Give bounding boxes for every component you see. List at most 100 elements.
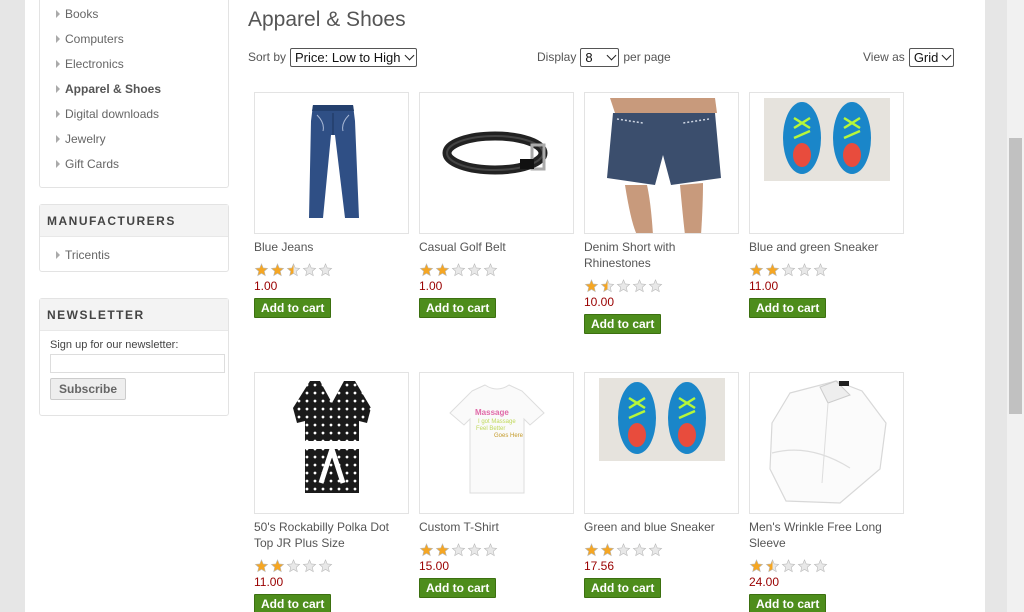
categories-block: Books Computers Electronics Apparel & Shoes…	[39, 0, 229, 188]
sort-value: Price: Low to High	[295, 49, 401, 65]
page-size-select[interactable]: 8	[580, 47, 620, 67]
product-title-link[interactable]: Custom T-Shirt	[419, 519, 574, 535]
sidebar-item-label: Computers	[65, 32, 124, 46]
scrollbar-thumb[interactable]	[1009, 138, 1022, 414]
arrow-right-icon	[56, 110, 60, 118]
product-title-link[interactable]: Blue Jeans	[254, 239, 409, 255]
product-title-link[interactable]: Casual Golf Belt	[419, 239, 574, 255]
product-image[interactable]	[254, 92, 409, 234]
product-price: 17.56	[584, 559, 615, 573]
manufacturer-item-tricentis[interactable]: Tricentis	[40, 244, 228, 266]
product-rating	[749, 559, 904, 573]
add-to-cart-button[interactable]: Add to cart	[419, 298, 497, 318]
sidebar-item-computers[interactable]: Computers	[40, 28, 228, 53]
sort-select[interactable]: Price: Low to High	[290, 47, 417, 67]
product-image[interactable]	[254, 372, 409, 514]
star-icon	[318, 559, 333, 573]
product-image[interactable]	[749, 92, 904, 234]
manufacturers-title: MANUFACTURERS	[40, 205, 228, 237]
arrow-right-icon	[56, 85, 60, 93]
add-to-cart-button[interactable]: Add to cart	[419, 578, 497, 598]
product-price: 15.00	[419, 559, 450, 573]
star-icon	[302, 263, 317, 277]
sidebar-item-apparel-shoes[interactable]: Apparel & Shoes	[40, 78, 228, 103]
arrow-right-icon	[56, 35, 60, 43]
product-price: 1.00	[419, 279, 443, 293]
add-to-cart-button[interactable]: Add to cart	[254, 594, 332, 612]
add-to-cart-button[interactable]: Add to cart	[749, 594, 827, 612]
sidebar-item-electronics[interactable]: Electronics	[40, 53, 228, 78]
product-title-link[interactable]: 50's Rockabilly Polka Dot Top JR Plus Si…	[254, 519, 409, 551]
sidebar-item-jewelry[interactable]: Jewelry	[40, 128, 228, 153]
subscribe-button[interactable]: Subscribe	[50, 378, 127, 400]
star-icon	[584, 279, 599, 293]
add-to-cart-button[interactable]: Add to cart	[584, 578, 662, 598]
product-image[interactable]	[749, 372, 904, 514]
add-to-cart-button[interactable]: Add to cart	[254, 298, 332, 318]
star-icon	[270, 559, 285, 573]
manufacturer-label: Tricentis	[65, 248, 110, 262]
product-image[interactable]	[584, 92, 739, 234]
sidebar-item-books[interactable]: Books	[40, 3, 228, 28]
product-title-link[interactable]: Denim Short with Rhinestones	[584, 239, 739, 271]
newsletter-email-input[interactable]	[50, 354, 225, 373]
product-title-link[interactable]: Green and blue Sneaker	[584, 519, 739, 535]
product-price: 1.00	[254, 279, 278, 293]
sidebar-item-label: Jewelry	[65, 132, 106, 146]
star-icon	[797, 263, 812, 277]
star-icon	[813, 559, 828, 573]
sidebar-item-label: Gift Cards	[65, 157, 120, 171]
chevron-down-icon	[941, 50, 952, 60]
star-icon	[632, 543, 647, 557]
product-rating	[254, 559, 409, 573]
star-icon	[467, 543, 482, 557]
page-scrollbar[interactable]	[1007, 0, 1024, 612]
product-image[interactable]: Massage I got Massage Feel Better Goes Here	[419, 372, 574, 514]
star-icon	[749, 559, 764, 573]
product-image[interactable]	[584, 372, 739, 514]
product-price: 11.00	[254, 575, 284, 589]
product-item: Men's Wrinkle Free Long Sleeve 24.00 Add t…	[749, 372, 904, 612]
star-icon	[318, 263, 333, 277]
product-price: 10.00	[584, 295, 615, 309]
star-icon	[286, 263, 301, 277]
arrow-right-icon	[56, 251, 60, 259]
product-title-link[interactable]: Men's Wrinkle Free Long Sleeve	[749, 519, 904, 551]
star-icon	[419, 263, 434, 277]
sidebar-item-label: Apparel & Shoes	[65, 82, 162, 96]
star-icon	[813, 263, 828, 277]
add-to-cart-button[interactable]: Add to cart	[749, 298, 827, 318]
display-control: Display 8 per page	[537, 47, 671, 67]
product-item: Casual Golf Belt 1.00 Add to cart	[419, 92, 574, 318]
product-rating	[419, 263, 574, 277]
sidebar-item-digital-downloads[interactable]: Digital downloads	[40, 103, 228, 128]
view-mode-value: Grid	[913, 49, 939, 65]
product-title-link[interactable]: Blue and green Sneaker	[749, 239, 904, 255]
chevron-down-icon	[404, 50, 414, 60]
product-image[interactable]	[419, 92, 574, 234]
star-icon	[270, 263, 285, 277]
sidebar-item-label: Electronics	[65, 57, 124, 71]
add-to-cart-button[interactable]: Add to cart	[584, 314, 662, 334]
product-item: Blue and green Sneaker 11.00 Add to cart	[749, 92, 904, 318]
product-rating	[584, 279, 739, 293]
star-icon	[286, 559, 301, 573]
arrow-right-icon	[56, 135, 60, 143]
sidebar-item-label: Digital downloads	[65, 107, 160, 121]
arrow-right-icon	[56, 60, 60, 68]
star-icon	[483, 543, 498, 557]
star-icon	[451, 263, 466, 277]
star-icon	[302, 559, 317, 573]
sort-label: Sort by	[248, 50, 287, 64]
star-icon	[584, 543, 599, 557]
sidebar-item-gift-cards[interactable]: Gift Cards	[40, 153, 228, 178]
per-page-label: per page	[623, 50, 671, 64]
product-rating	[419, 543, 574, 557]
star-icon	[467, 263, 482, 277]
sort-control: Sort by Price: Low to High	[248, 47, 417, 67]
product-rating	[584, 543, 739, 557]
view-mode-select[interactable]: Grid	[908, 47, 955, 67]
product-price: 11.00	[749, 279, 779, 293]
star-icon	[648, 543, 663, 557]
product-item: Massage I got Massage Feel Better Goes Here…	[419, 372, 574, 598]
